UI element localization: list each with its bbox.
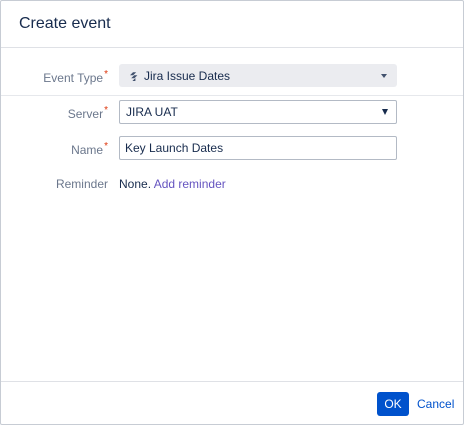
reminder-row: None. Add reminder: [119, 177, 226, 191]
required-marker: *: [104, 69, 108, 80]
event-type-value: Jira Issue Dates: [144, 68, 231, 83]
ok-button[interactable]: OK: [377, 392, 409, 416]
add-reminder-link[interactable]: Add reminder: [154, 177, 226, 191]
event-type-select[interactable]: Jira Issue Dates: [119, 64, 397, 87]
dialog-header: Create event: [1, 1, 463, 48]
name-input[interactable]: [119, 136, 397, 160]
name-label-text: Name: [71, 143, 104, 157]
dialog-title: Create event: [19, 15, 111, 32]
chevron-down-icon: [381, 74, 387, 78]
name-label: Name*: [1, 141, 108, 157]
reminder-value: None.: [119, 177, 152, 191]
reminder-label: Reminder: [55, 177, 108, 191]
server-label-text: Server: [67, 107, 104, 121]
server-value: JIRA UAT: [126, 105, 178, 119]
required-marker: *: [104, 105, 108, 116]
create-event-dialog: Create event Event Type* Jira Issue Date…: [0, 0, 464, 425]
caret-down-icon: [382, 109, 388, 115]
required-marker: *: [104, 141, 108, 152]
server-label: Server*: [1, 105, 108, 121]
divider: [1, 95, 463, 96]
cancel-button[interactable]: Cancel: [417, 397, 454, 411]
event-type-label-text: Event Type: [43, 71, 104, 85]
jira-icon: [130, 71, 138, 81]
event-type-label: Event Type*: [1, 69, 108, 85]
server-select[interactable]: JIRA UAT: [119, 100, 397, 124]
